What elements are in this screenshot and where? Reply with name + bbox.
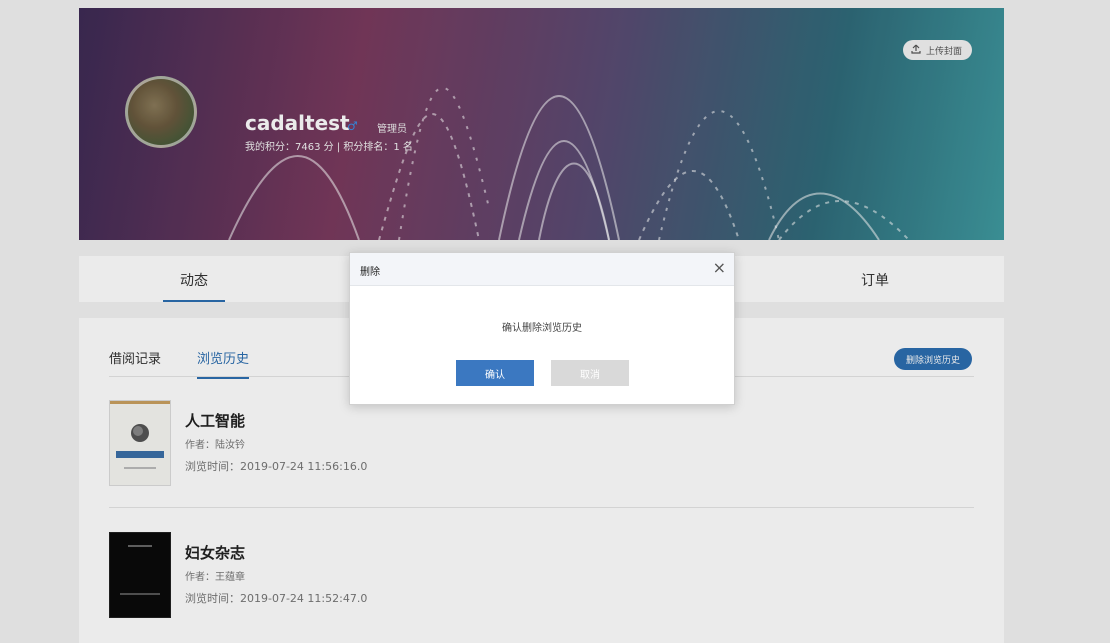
cancel-button[interactable]: 取消 [551,360,629,386]
close-icon[interactable]: × [713,259,726,277]
dialog-title: 删除 [360,267,380,278]
delete-confirm-dialog: 删除 × 确认删除浏览历史 确认 取消 [349,252,735,405]
dialog-message: 确认删除浏览历史 [502,323,582,334]
dialog-header: 删除 × [350,253,734,286]
confirm-button[interactable]: 确认 [456,360,534,386]
